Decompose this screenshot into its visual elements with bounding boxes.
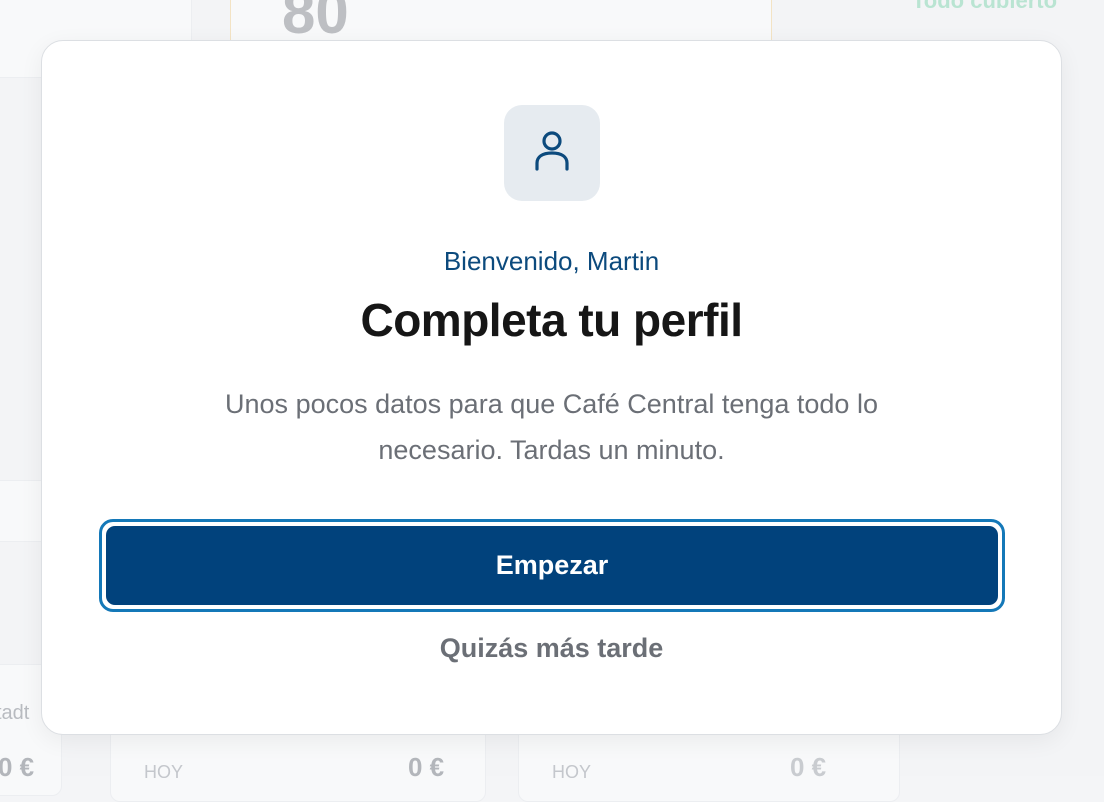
onboarding-modal: Bienvenido, Martin Completa tu perfil Un… bbox=[41, 40, 1062, 735]
bg-amount: 0 € bbox=[408, 752, 444, 783]
modal-description: Unos pocos datos para que Café Central t… bbox=[162, 381, 941, 473]
bg-amount: 0 € bbox=[790, 752, 826, 783]
bg-amount: 0 € bbox=[0, 752, 34, 783]
user-icon bbox=[532, 129, 572, 178]
maybe-later-link[interactable]: Quizás más tarde bbox=[42, 633, 1061, 664]
avatar bbox=[504, 105, 600, 201]
bg-left-label: tadt bbox=[0, 702, 29, 725]
bg-card-label: HOY bbox=[144, 762, 183, 783]
start-button[interactable]: Empezar bbox=[99, 519, 1005, 612]
modal-title: Completa tu perfil bbox=[42, 293, 1061, 347]
greeting-text: Bienvenido, Martin bbox=[42, 246, 1061, 277]
bg-status-label: Todo cubierto bbox=[912, 0, 1057, 14]
bg-card-label: HOY bbox=[552, 762, 591, 783]
start-button-label: Empezar bbox=[106, 526, 998, 605]
